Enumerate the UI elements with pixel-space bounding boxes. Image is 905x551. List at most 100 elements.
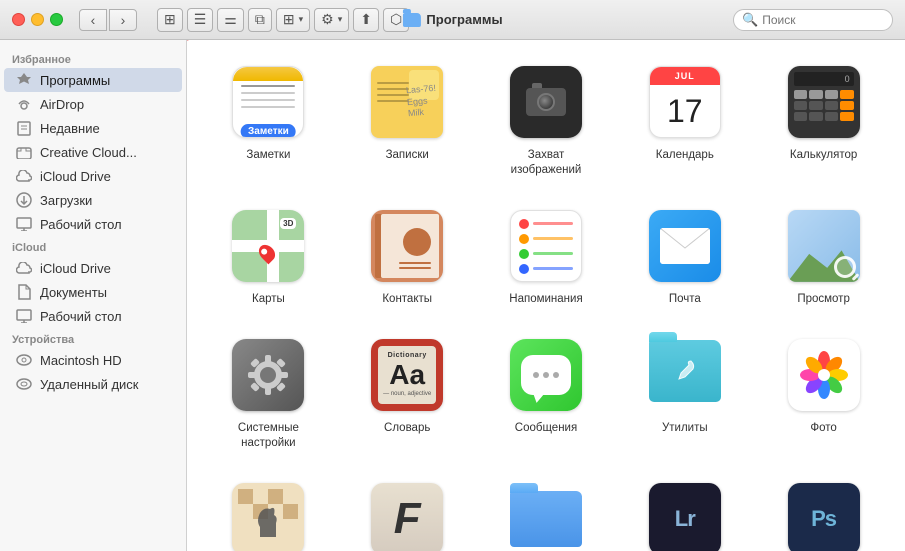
programs-icon [16, 72, 32, 88]
contacts-icon-wrap [367, 206, 447, 286]
window-title-area: Программы [402, 12, 502, 27]
preview-loupe [834, 256, 856, 278]
file-item-reminders[interactable]: Напоминания [481, 200, 612, 313]
sidebar-item-icloud-drive-fav[interactable]: iCloud Drive [4, 164, 182, 188]
sidebar-label-creative-cloud: Creative Cloud... [40, 145, 137, 160]
file-item-sysprefs[interactable]: Системные настройки [203, 329, 334, 457]
stickies-lines [377, 82, 409, 106]
file-item-notes[interactable]: Заметки Заметки [203, 56, 334, 184]
file-item-mail[interactable]: Почта [619, 200, 750, 313]
sidebar-item-desktop-icloud[interactable]: Рабочий стол [4, 304, 182, 328]
calc-btn-6 [809, 101, 823, 110]
folder-blue-icon [510, 491, 582, 551]
reminder-line-1 [533, 222, 573, 225]
calc-btn-1 [794, 90, 808, 99]
sidebar-item-macintosh-hd[interactable]: Macintosh HD [4, 348, 182, 372]
action-button[interactable]: ⚙ ▾ [314, 8, 349, 32]
note-line-3 [241, 99, 295, 101]
calc-btn-7 [825, 101, 839, 110]
view-toolbar: ⊞ ☰ ⚌ ⧉ ⊞ ▾ ⚙ ▾ ⬆ ⬡ [157, 8, 409, 32]
file-item-chess[interactable] [203, 473, 334, 551]
mail-svg [660, 228, 710, 264]
sidebar-label-remote-disk: Удаленный диск [40, 377, 138, 392]
file-item-lightroom[interactable]: Lr [619, 473, 750, 551]
fontbook-icon: F [371, 483, 443, 551]
sidebar-item-creative-cloud[interactable]: Creative Cloud... [4, 140, 182, 164]
calculator-icon: 0 [788, 66, 860, 138]
column-view-button[interactable]: ⚌ [217, 8, 244, 32]
bubble-dot-2 [543, 372, 549, 378]
minimize-button[interactable] [31, 13, 44, 26]
search-input[interactable] [762, 13, 884, 27]
sidebar-label-airdrop: AirDrop [40, 97, 84, 112]
file-item-contacts[interactable]: Контакты [342, 200, 473, 313]
calc-buttons [794, 90, 854, 121]
calc-btn-4 [840, 90, 854, 99]
stickies-icon-wrap: Las-76! Eggs Milk [367, 62, 447, 142]
close-button[interactable] [12, 13, 25, 26]
mail-label: Почта [669, 292, 701, 307]
coverflow-icon: ⧉ [255, 11, 265, 28]
preview-label: Просмотр [797, 292, 850, 307]
utilities-folder [649, 340, 721, 402]
sidebar-item-remote-disk[interactable]: Удаленный диск [4, 372, 182, 396]
file-item-photos[interactable]: Фото [758, 329, 889, 457]
search-bar[interactable]: 🔍 [733, 9, 893, 31]
file-item-maps[interactable]: 3D Карты [203, 200, 334, 313]
sidebar-item-desktop-fav[interactable]: Рабочий стол [4, 212, 182, 236]
utilities-icon [649, 340, 721, 410]
sysprefs-icon [232, 339, 304, 411]
sidebar-item-recents[interactable]: Недавние [4, 116, 182, 140]
contacts-label: Контакты [382, 292, 432, 307]
file-item-utilities[interactable]: Утилиты [619, 329, 750, 457]
dict-title: Dictionary [388, 352, 427, 359]
share-icon: ⬆ [360, 11, 372, 28]
calc-btn-11 [825, 112, 839, 121]
file-item-fontbook[interactable]: F [342, 473, 473, 551]
forward-button[interactable]: › [109, 9, 137, 31]
wrench-svg [671, 357, 699, 385]
sidebar-item-downloads[interactable]: Загрузки [4, 188, 182, 212]
maps-label: Карты [252, 292, 285, 307]
file-item-dictionary[interactable]: Dictionary Aa — noun, adjective Словарь [342, 329, 473, 457]
file-item-screenshot[interactable]: Захват изображений [481, 56, 612, 184]
sidebar-item-icloud-drive[interactable]: iCloud Drive [4, 256, 182, 280]
file-item-calendar[interactable]: JUL 17 Календарь [619, 56, 750, 184]
reminder-dot-1 [519, 219, 529, 229]
photoshop-icon: Ps [788, 483, 860, 551]
bubble-dot-1 [533, 372, 539, 378]
file-item-photoshop[interactable]: Ps [758, 473, 889, 551]
search-icon: 🔍 [742, 12, 758, 28]
sysprefs-icon-wrap [228, 335, 308, 415]
coverflow-button[interactable]: ⧉ [248, 8, 272, 32]
sidebar-item-documents[interactable]: Документы [4, 280, 182, 304]
dictionary-icon: Dictionary Aa — noun, adjective [371, 339, 443, 411]
note-line-2 [241, 92, 295, 94]
reminders-icon [510, 210, 582, 282]
sidebar-label-desktop-fav: Рабочий стол [40, 217, 122, 232]
bubble-dot-3 [553, 372, 559, 378]
list-view-button[interactable]: ☰ [187, 8, 214, 32]
arrange-button[interactable]: ⊞ ▾ [276, 8, 310, 32]
sidebar: Избранное Программы AirDrop Недавние Cre… [0, 40, 187, 551]
messages-label: Сообщения [515, 421, 577, 436]
share-button[interactable]: ⬆ [353, 8, 379, 32]
file-grid-container: Заметки Заметки [187, 40, 905, 551]
sidebar-item-airdrop[interactable]: AirDrop [4, 92, 182, 116]
icon-view-button[interactable]: ⊞ [157, 8, 183, 32]
back-button[interactable]: ‹ [79, 9, 107, 31]
stickies-line-3 [377, 94, 409, 96]
map-badge: 3D [280, 218, 296, 229]
sidebar-item-programs[interactable]: Программы [4, 68, 182, 92]
sidebar-label-documents: Документы [40, 285, 107, 300]
file-item-calculator[interactable]: 0 [758, 56, 889, 184]
mail-envelope [660, 228, 710, 264]
contacts-lines [399, 262, 431, 272]
file-item-messages[interactable]: Сообщения [481, 329, 612, 457]
maximize-button[interactable] [50, 13, 63, 26]
reminder-item-4 [519, 264, 573, 274]
message-bubble [521, 355, 571, 395]
file-item-stickies[interactable]: Las-76! Eggs Milk Записки [342, 56, 473, 184]
file-item-preview[interactable]: Просмотр [758, 200, 889, 313]
file-item-folder[interactable] [481, 473, 612, 551]
